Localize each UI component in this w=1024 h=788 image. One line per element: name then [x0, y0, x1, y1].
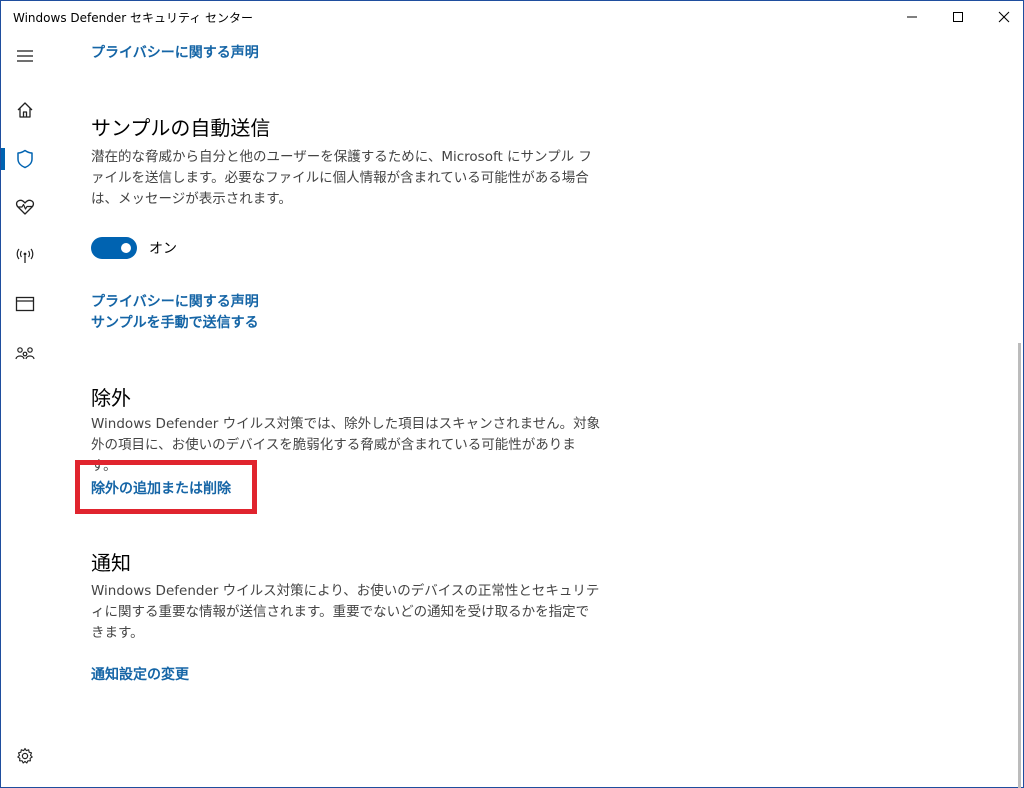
- vertical-scrollbar[interactable]: [1018, 343, 1021, 788]
- privacy-statement-link-top[interactable]: プライバシーに関する声明: [91, 42, 259, 62]
- window-title: Windows Defender セキュリティ センター: [13, 11, 254, 25]
- minimize-button[interactable]: [889, 1, 935, 32]
- hamburger-icon: [17, 50, 33, 62]
- sidebar-item-virus-protection[interactable]: [1, 139, 49, 179]
- notifications-description: Windows Defender ウイルス対策により、お使いのデバイスの正常性と…: [91, 583, 600, 641]
- submit-sample-manually-link[interactable]: サンプルを手動で送信する: [91, 312, 259, 332]
- sample-section-description: 潜在的な脅威から自分と他のユーザーを保護するために、Microsoft にサンプ…: [91, 149, 592, 207]
- sidebar: [1, 32, 49, 787]
- maximize-button[interactable]: [935, 1, 981, 32]
- exclusions-heading: 除外: [91, 386, 131, 410]
- sidebar-item-app-browser[interactable]: [1, 284, 49, 324]
- close-icon: [998, 11, 1010, 22]
- sample-section-heading: サンプルの自動送信: [91, 116, 271, 140]
- close-button[interactable]: [981, 1, 1024, 32]
- heart-pulse-icon: [15, 199, 35, 215]
- title-bar: Windows Defender セキュリティ センター: [1, 1, 1023, 32]
- minimize-icon: [907, 16, 917, 17]
- sidebar-item-device-health[interactable]: [1, 187, 49, 227]
- sidebar-item-family[interactable]: [1, 334, 49, 374]
- sidebar-item-settings[interactable]: [1, 736, 49, 776]
- highlight-annotation-box: [75, 460, 257, 514]
- maximize-icon: [953, 11, 963, 22]
- wireless-antenna-icon: [16, 248, 34, 263]
- browser-window-icon: [15, 296, 35, 312]
- menu-button[interactable]: [1, 36, 49, 76]
- home-icon: [17, 102, 33, 118]
- app-window: Windows Defender セキュリティ センター プライバシーに関する声…: [0, 0, 1024, 788]
- family-icon: [15, 347, 35, 360]
- notifications-heading: 通知: [91, 551, 131, 575]
- sidebar-item-firewall[interactable]: [1, 236, 49, 276]
- sample-submission-toggle[interactable]: [91, 237, 137, 259]
- toggle-state-label: オン: [149, 241, 177, 257]
- sidebar-item-home[interactable]: [1, 90, 49, 130]
- change-notification-settings-link[interactable]: 通知設定の変更: [91, 664, 189, 684]
- gear-icon: [17, 747, 33, 764]
- privacy-statement-link[interactable]: プライバシーに関する声明: [91, 291, 259, 311]
- shield-icon: [17, 149, 33, 169]
